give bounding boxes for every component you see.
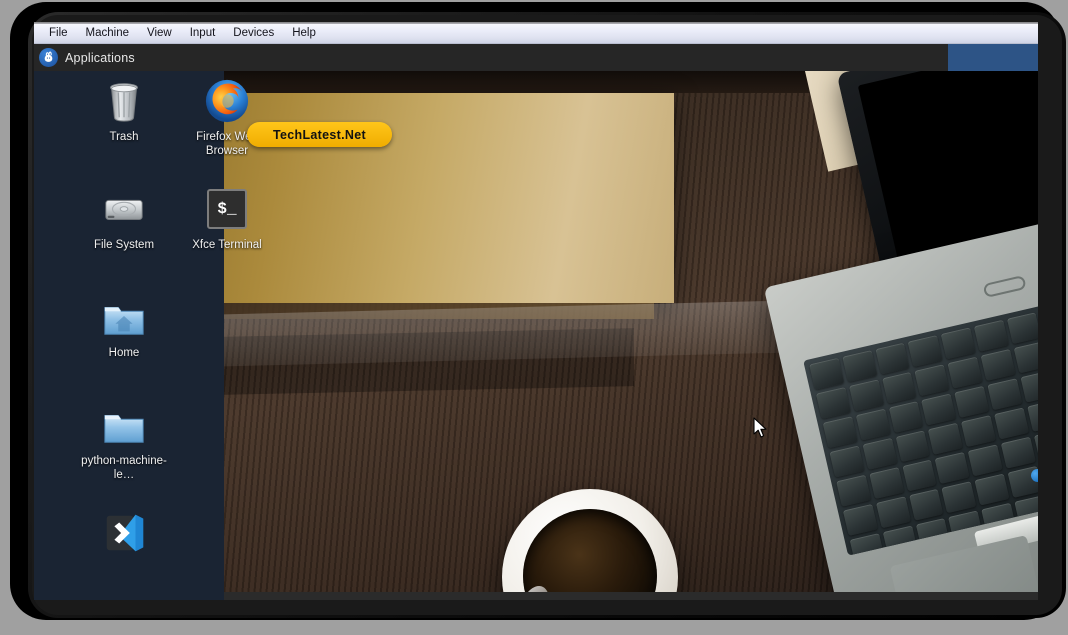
desktop-icon-xfce-terminal[interactable]: $_ Xfce Terminal [182,185,272,252]
laptop-key [881,371,917,404]
desktop-icon-label: Xfce Terminal [192,239,262,251]
xfce-top-panel: Applications [34,44,1038,71]
desktop-icon-home[interactable]: Home [79,293,169,360]
laptop-key [1013,341,1038,374]
menu-input[interactable]: Input [181,23,225,43]
desktop-icon-label: python-machine-le… [81,455,167,481]
laptop-touchpad [889,535,1038,600]
laptop-key [842,350,877,383]
laptop-keyboard [803,291,1038,556]
desktop-icon-python-machine-learning[interactable]: python-machine-le… [79,401,169,482]
laptop-key [973,319,1009,352]
laptop-key [842,503,878,536]
techlatest-watermark-badge: TechLatest.Net [247,122,392,147]
desktop-icon-file-system[interactable]: File System [79,185,169,252]
laptop-key [980,349,1016,382]
laptop-key [934,451,970,484]
laptop-key [849,533,885,556]
laptop-key-grid [809,297,1038,556]
firefox-icon [203,77,251,125]
laptop-key [829,445,865,478]
laptop-key [815,387,851,420]
laptop-key [809,357,845,390]
laptop-key [869,467,904,500]
laptop-key [908,488,944,521]
terminal-icon: $_ [203,185,251,233]
monitor-bezel: File Machine View Input Devices Help Tra… [12,4,1066,618]
laptop-key [855,408,891,441]
terminal-prompt-glyph: $_ [207,189,247,229]
panel-window-button[interactable] [948,44,1038,71]
desktop-icon-vscode[interactable] [79,509,169,562]
applications-menu-label: Applications [65,50,135,65]
menu-help[interactable]: Help [283,23,325,43]
desktop-icon-label: Trash [109,131,139,143]
guest-screen: Trash Firefox Web Browser File System $_… [34,44,1038,600]
laptop-key [848,379,884,412]
menu-devices[interactable]: Devices [224,23,283,43]
laptop-key [862,437,898,470]
folder-icon [100,401,148,449]
laptop-key [987,378,1023,411]
laptop-key [836,474,872,507]
applications-menu-button[interactable]: Applications [34,44,145,71]
laptop-key [993,407,1029,440]
trash-icon [100,77,148,125]
laptop-key [888,401,924,434]
laptop-key [954,385,990,418]
laptop-key [974,473,1010,506]
techlatest-badge-label: TechLatest.Net [273,127,366,142]
laptop-key [895,430,931,463]
vscode-icon [100,509,148,557]
laptop-key [874,342,910,375]
laptop-key [907,334,943,368]
menu-file[interactable]: File [40,23,77,43]
laptop-key [947,356,983,389]
laptop-key [1006,312,1038,345]
harddisk-icon [100,185,148,233]
laptop-key [915,517,951,551]
laptop-key [967,444,1003,477]
laptop-key [1000,436,1036,469]
virtualbox-window: File Machine View Input Devices Help Tra… [34,22,1038,600]
home-folder-icon [100,293,148,341]
laptop-key [1026,399,1038,432]
desktop-icon-label: Home [108,347,140,359]
laptop-key [928,422,964,455]
desktop-icon-area: Trash Firefox Web Browser File System $_… [34,71,262,600]
laptop-power-button-icon [982,274,1027,299]
laptop-key [940,327,976,360]
laptop-key [875,496,911,529]
xfce-mouse-icon [39,48,58,67]
desktop-icon-trash[interactable]: Trash [79,77,169,144]
laptop-key [914,364,950,397]
menu-view[interactable]: View [138,23,181,43]
laptop-key [921,393,957,426]
desktop-icon-label: File System [93,239,155,251]
laptop-key [901,459,937,492]
laptop-key [882,525,918,556]
laptop-key [1020,370,1038,403]
laptop-key [822,416,858,449]
laptop-key [961,415,996,448]
laptop-key [941,481,977,514]
virtualbox-menubar: File Machine View Input Devices Help [34,22,1038,44]
menu-machine[interactable]: Machine [77,23,138,43]
